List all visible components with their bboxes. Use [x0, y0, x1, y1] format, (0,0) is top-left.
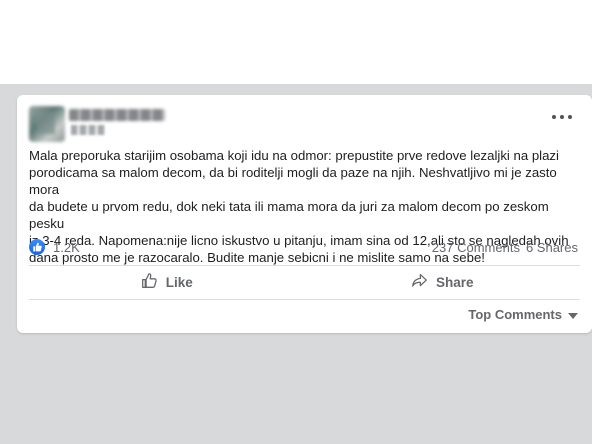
comment-count[interactable]: 237 Comments: [432, 240, 520, 255]
thumbs-up-icon: [141, 272, 158, 292]
like-reaction-icon[interactable]: [29, 239, 45, 255]
share-button[interactable]: Share: [305, 266, 581, 298]
post-stats: 1.2K 237 Comments 6 Shares: [29, 238, 578, 256]
share-label: Share: [435, 274, 474, 290]
caret-down-icon: [568, 307, 578, 322]
avatar[interactable]: [29, 106, 65, 142]
share-arrow-icon: [411, 272, 428, 292]
share-count[interactable]: 6 Shares: [526, 240, 578, 255]
divider: [29, 299, 580, 300]
comment-sort-label: Top Comments: [468, 307, 562, 322]
post-meta-blurred: [71, 125, 105, 135]
like-button[interactable]: Like: [29, 266, 305, 298]
post-card: Mala preporuka starijim osobama koji idu…: [17, 95, 592, 333]
like-label: Like: [165, 274, 193, 290]
more-options-icon[interactable]: [552, 111, 572, 123]
post-actions: Like Share: [29, 266, 580, 298]
reaction-count[interactable]: 1.2K: [53, 240, 80, 255]
comment-sort-dropdown[interactable]: Top Comments: [468, 307, 578, 322]
author-name-blurred[interactable]: [69, 109, 165, 121]
